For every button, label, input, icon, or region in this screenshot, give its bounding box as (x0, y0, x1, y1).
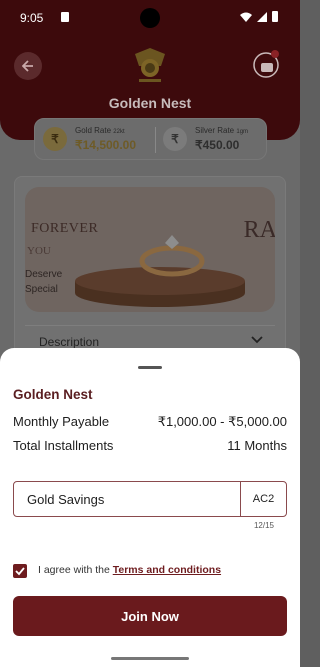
user-card-icon (253, 50, 279, 78)
gold-coin-icon: ₹ (43, 127, 67, 151)
terms-checkbox[interactable] (13, 564, 27, 578)
camera-cutout (140, 8, 160, 28)
account-suffix: AC2 (240, 482, 286, 516)
chevron-down-icon (251, 336, 263, 344)
gold-rate: ₹ Gold Rate 22kt ₹14,500.00 (43, 125, 151, 155)
sheet-title: Golden Nest (13, 387, 93, 402)
total-installments-row: Total Installments 11 Months (13, 438, 287, 456)
total-installments-label: Total Installments (13, 438, 114, 453)
status-bar: 9:05 (0, 0, 300, 34)
account-name-input[interactable] (14, 482, 240, 516)
back-button[interactable] (14, 52, 42, 80)
page-title: Golden Nest (108, 95, 192, 111)
sheet-drag-handle[interactable] (138, 366, 162, 369)
banner-headline: FOREVER (31, 221, 99, 236)
banner-subline: YOU (27, 245, 51, 257)
brand-logo (135, 48, 165, 82)
silver-rate-label: Silver Rate 1gm (195, 126, 249, 135)
account-button[interactable] (252, 48, 282, 80)
join-now-button[interactable]: Join Now (13, 596, 287, 636)
gesture-nav-bar (111, 657, 189, 660)
banner-tagline: Deserve Special (25, 269, 63, 295)
terms-agreement-row: I agree with the Terms and conditions (13, 563, 287, 579)
silver-rate: ₹ Silver Rate 1gm ₹450.00 (163, 125, 263, 155)
status-icons (240, 11, 278, 22)
gold-rate-value: ₹14,500.00 (75, 138, 137, 152)
monthly-payable-row: Monthly Payable ₹1,000.00 - ₹5,000.00 (13, 414, 287, 432)
terms-agreement-text: I agree with the Terms and conditions (38, 564, 222, 576)
account-name-field: AC2 (13, 481, 287, 517)
total-installments-value: 11 Months (227, 438, 287, 453)
arrow-left-icon (22, 60, 33, 72)
battery-icon (272, 11, 278, 22)
character-counter: 12/15 (253, 521, 274, 530)
rate-divider (155, 127, 156, 153)
signal-icon (257, 11, 267, 22)
wifi-icon (240, 12, 252, 22)
monthly-payable-label: Monthly Payable (13, 414, 110, 429)
monthly-payable-value: ₹1,000.00 - ₹5,000.00 (157, 414, 287, 429)
description-label: Description (39, 335, 100, 349)
silver-coin-icon: ₹ (163, 127, 187, 151)
silver-rate-value: ₹450.00 (195, 138, 240, 152)
gold-rate-label: Gold Rate 22kt (75, 126, 125, 135)
checkmark-icon (15, 567, 25, 576)
sim-card-icon (61, 12, 69, 22)
banner-right-text: RA (243, 217, 275, 243)
terms-link[interactable]: Terms and conditions (113, 564, 221, 576)
promo-banner: FOREVER YOU Deserve Special RA (25, 187, 275, 312)
status-time: 9:05 (20, 11, 44, 25)
ring-image (139, 235, 205, 277)
scheme-card: FOREVER YOU Deserve Special RA Descriptio… (14, 176, 286, 376)
metal-rate-card: ₹ Gold Rate 22kt ₹14,500.00 ₹ Silver Rat… (34, 118, 267, 160)
join-scheme-sheet: Golden Nest Monthly Payable ₹1,000.00 - … (0, 348, 300, 667)
